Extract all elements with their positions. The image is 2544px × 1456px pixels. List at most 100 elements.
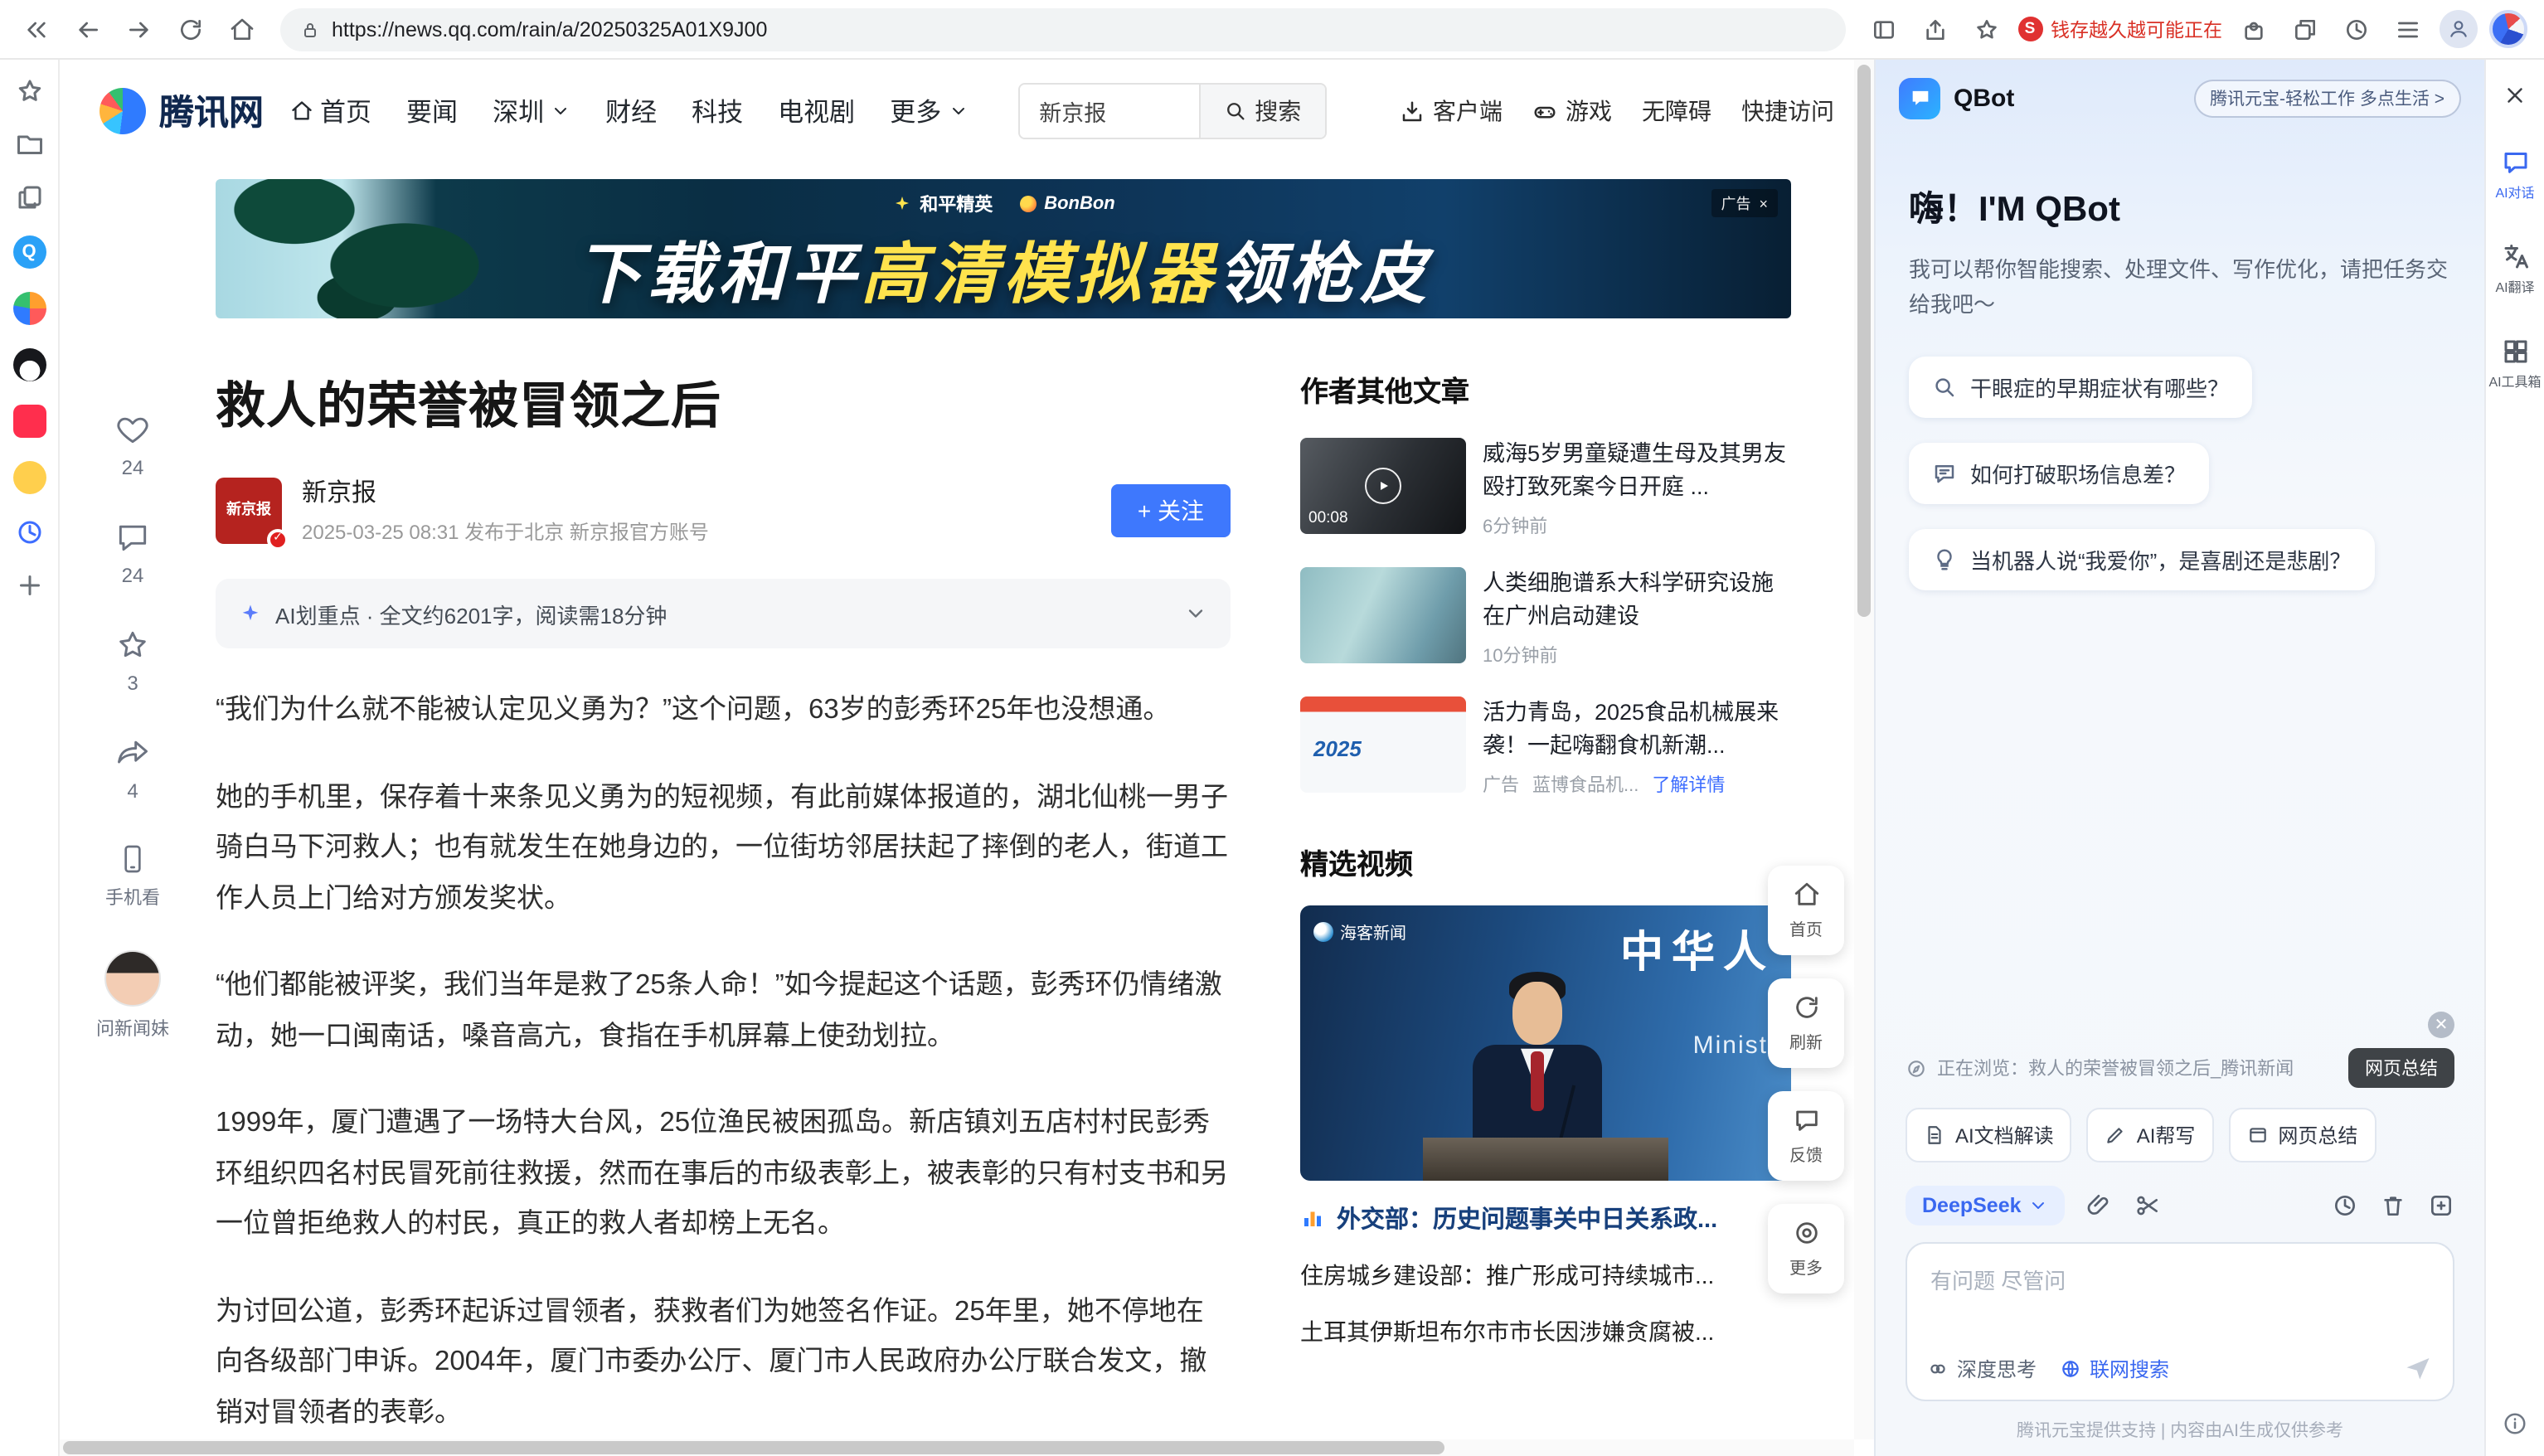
- share-button[interactable]: 4: [114, 735, 151, 803]
- page-summary-button[interactable]: 网页总结: [2228, 1108, 2376, 1162]
- like-button[interactable]: 24: [114, 411, 151, 479]
- mobile-view-button[interactable]: 手机看: [105, 842, 160, 910]
- new-chat-button[interactable]: [2428, 1192, 2454, 1219]
- comment-button[interactable]: 24: [114, 519, 151, 587]
- add-app-icon[interactable]: [14, 570, 44, 600]
- nav-finance[interactable]: 财经: [605, 93, 657, 129]
- ai-write-button[interactable]: AI帮写: [2087, 1108, 2214, 1162]
- suggestion-card[interactable]: 当机器人说“我爱你”，是喜剧还是悲剧？: [1909, 529, 2374, 590]
- horizontal-scrollbar[interactable]: [60, 1439, 1854, 1456]
- site-logo[interactable]: 腾讯网: [100, 86, 264, 136]
- account-avatar[interactable]: [2489, 10, 2527, 48]
- folder-icon[interactable]: [14, 129, 44, 159]
- history-clock-icon[interactable]: [14, 517, 44, 547]
- docs-app-icon[interactable]: [12, 292, 46, 325]
- back-button[interactable]: [68, 9, 108, 49]
- reading-mode-button[interactable]: [1863, 9, 1903, 49]
- item-title[interactable]: 活力青岛，2025食品机械展来袭！一起嗨翻食机新潮...: [1483, 697, 1791, 762]
- tab-ai-toolbox[interactable]: AI工具箱: [2488, 337, 2541, 391]
- video-thumbnail[interactable]: 00:08: [1300, 438, 1466, 534]
- chat-input[interactable]: 有问题 尽管问 深度思考 联网搜索: [1906, 1242, 2454, 1401]
- quick-access-link[interactable]: 快捷访问: [1741, 95, 1834, 128]
- scrollbar-thumb[interactable]: [63, 1441, 1444, 1454]
- ad-close-icon[interactable]: ×: [1759, 195, 1768, 211]
- home-button[interactable]: [222, 9, 262, 49]
- tool-more-button[interactable]: 更多: [1768, 1204, 1844, 1293]
- search-input[interactable]: 新京报: [1019, 85, 1198, 138]
- video-list-item[interactable]: 住房城乡建设部：推广形成可持续城市...: [1300, 1259, 1791, 1293]
- profile-avatar[interactable]: [2440, 10, 2478, 48]
- follow-button[interactable]: + 关注: [1111, 483, 1231, 536]
- url-bar[interactable]: https://news.qq.com/rain/a/20250325A01X9…: [280, 7, 1845, 51]
- accessibility-link[interactable]: 无障碍: [1642, 95, 1711, 128]
- share-button[interactable]: [1915, 9, 1954, 49]
- ai-doc-read-button[interactable]: AI文档解读: [1906, 1108, 2072, 1162]
- extensions-puzzle-button[interactable]: [2234, 9, 2274, 49]
- tab-ai-chat[interactable]: AI对话: [2495, 148, 2534, 202]
- ad-thumbnail[interactable]: 2025: [1300, 697, 1466, 794]
- tool-home-button[interactable]: 首页: [1768, 866, 1844, 955]
- chat-history-button[interactable]: [2332, 1192, 2358, 1219]
- extension-ticker[interactable]: S 钱存越久越可能正在: [2017, 16, 2222, 42]
- author-name[interactable]: 新京报: [302, 474, 709, 509]
- model-selector[interactable]: DeepSeek: [1906, 1186, 2065, 1225]
- ai-summary-bar[interactable]: AI划重点 · 全文约6201字，阅读需18分钟: [216, 579, 1231, 648]
- item-title[interactable]: 威海5岁男童疑遭生母及其男友殴打致死案今日开庭 ...: [1483, 438, 1791, 502]
- video-list-item[interactable]: 土耳其伊斯坦布尔市市长因涉嫌贪腐被...: [1300, 1316, 1791, 1349]
- rednote-app-icon[interactable]: [12, 405, 46, 438]
- info-icon[interactable]: [2503, 1411, 2527, 1436]
- tool-feedback-button[interactable]: 反馈: [1768, 1091, 1844, 1181]
- reading-app-icon[interactable]: [12, 461, 46, 494]
- tool-refresh-button[interactable]: 刷新: [1768, 978, 1844, 1068]
- vertical-scrollbar[interactable]: [1854, 60, 1874, 1439]
- item-title[interactable]: 人类细胞谱系大科学研究设施在广州启动建设: [1483, 567, 1791, 632]
- banner-ad[interactable]: 和平精英 BonBon 下载和平高清模拟器领枪皮 广告×: [216, 179, 1791, 318]
- nav-home[interactable]: 首页: [290, 93, 371, 129]
- list-item-ad[interactable]: 2025 活力青岛，2025食品机械展来袭！一起嗨翻食机新潮... 广告 蓝博食…: [1300, 697, 1791, 798]
- menu-button[interactable]: [2388, 9, 2428, 49]
- ad-cta-link[interactable]: 了解详情: [1652, 772, 1725, 798]
- dismiss-browsing-icon[interactable]: ✕: [2428, 1012, 2454, 1038]
- video-title-link[interactable]: 外交部：历史问题事关中日关系政...: [1337, 1201, 1717, 1236]
- author-avatar[interactable]: 新京报✓: [216, 477, 282, 543]
- collections-icon[interactable]: [14, 182, 44, 212]
- nav-tv[interactable]: 电视剧: [778, 93, 855, 129]
- qq-app-icon[interactable]: [12, 348, 46, 381]
- nav-tech[interactable]: 科技: [692, 93, 743, 129]
- favorite-button[interactable]: 3: [114, 627, 151, 695]
- news-assistant-button[interactable]: 问新闻妹: [96, 950, 169, 1041]
- attach-file-button[interactable]: [2086, 1192, 2113, 1219]
- clear-chat-button[interactable]: [2380, 1192, 2406, 1219]
- tab-label: AI工具箱: [2488, 373, 2541, 391]
- nav-more[interactable]: 更多: [890, 93, 968, 129]
- history-button[interactable]: [2337, 9, 2377, 49]
- deep-think-toggle[interactable]: 深度思考: [1927, 1354, 2037, 1382]
- games-link[interactable]: 游戏: [1532, 95, 1612, 128]
- close-panel-button[interactable]: [2503, 83, 2527, 108]
- list-item[interactable]: 人类细胞谱系大科学研究设施在广州启动建设 10分钟前: [1300, 567, 1791, 668]
- yuanbao-promo-link[interactable]: 腾讯元宝-轻松工作 多点生活 >: [2193, 79, 2461, 117]
- ad-tag[interactable]: 广告×: [1711, 189, 1778, 217]
- suggestion-card[interactable]: 如何打破职场信息差？: [1909, 443, 2209, 504]
- article-thumbnail[interactable]: [1300, 567, 1466, 663]
- forward-button[interactable]: [119, 9, 159, 49]
- nav-news[interactable]: 要闻: [406, 93, 458, 129]
- search-button[interactable]: 搜索: [1198, 85, 1324, 138]
- bookmark-star-button[interactable]: [1966, 9, 2006, 49]
- web-search-toggle[interactable]: 联网搜索: [2060, 1354, 2169, 1382]
- send-button[interactable]: [2403, 1353, 2433, 1383]
- featured-video-player[interactable]: 海客新闻 中华人 Ministr: [1300, 906, 1791, 1182]
- suggestion-card[interactable]: 干眼症的早期症状有哪些？: [1909, 357, 2252, 418]
- refresh-button[interactable]: [171, 9, 211, 49]
- tab-ai-translate[interactable]: AI翻译: [2495, 242, 2534, 297]
- list-item[interactable]: 00:08 威海5岁男童疑遭生母及其男友殴打致死案今日开庭 ... 6分钟前: [1300, 438, 1791, 539]
- client-download-link[interactable]: 客户端: [1400, 95, 1503, 128]
- scrollbar-thumb[interactable]: [1857, 65, 1871, 617]
- summarize-page-button[interactable]: 网页总结: [2348, 1048, 2454, 1088]
- collapse-sidebar-icon[interactable]: [17, 9, 56, 49]
- tabs-button[interactable]: [2285, 9, 2325, 49]
- favorites-star-icon[interactable]: [14, 76, 44, 106]
- nav-shenzhen[interactable]: 深圳: [493, 93, 570, 129]
- screenshot-button[interactable]: [2134, 1192, 2161, 1219]
- qq-browser-app-icon[interactable]: Q: [12, 235, 46, 269]
